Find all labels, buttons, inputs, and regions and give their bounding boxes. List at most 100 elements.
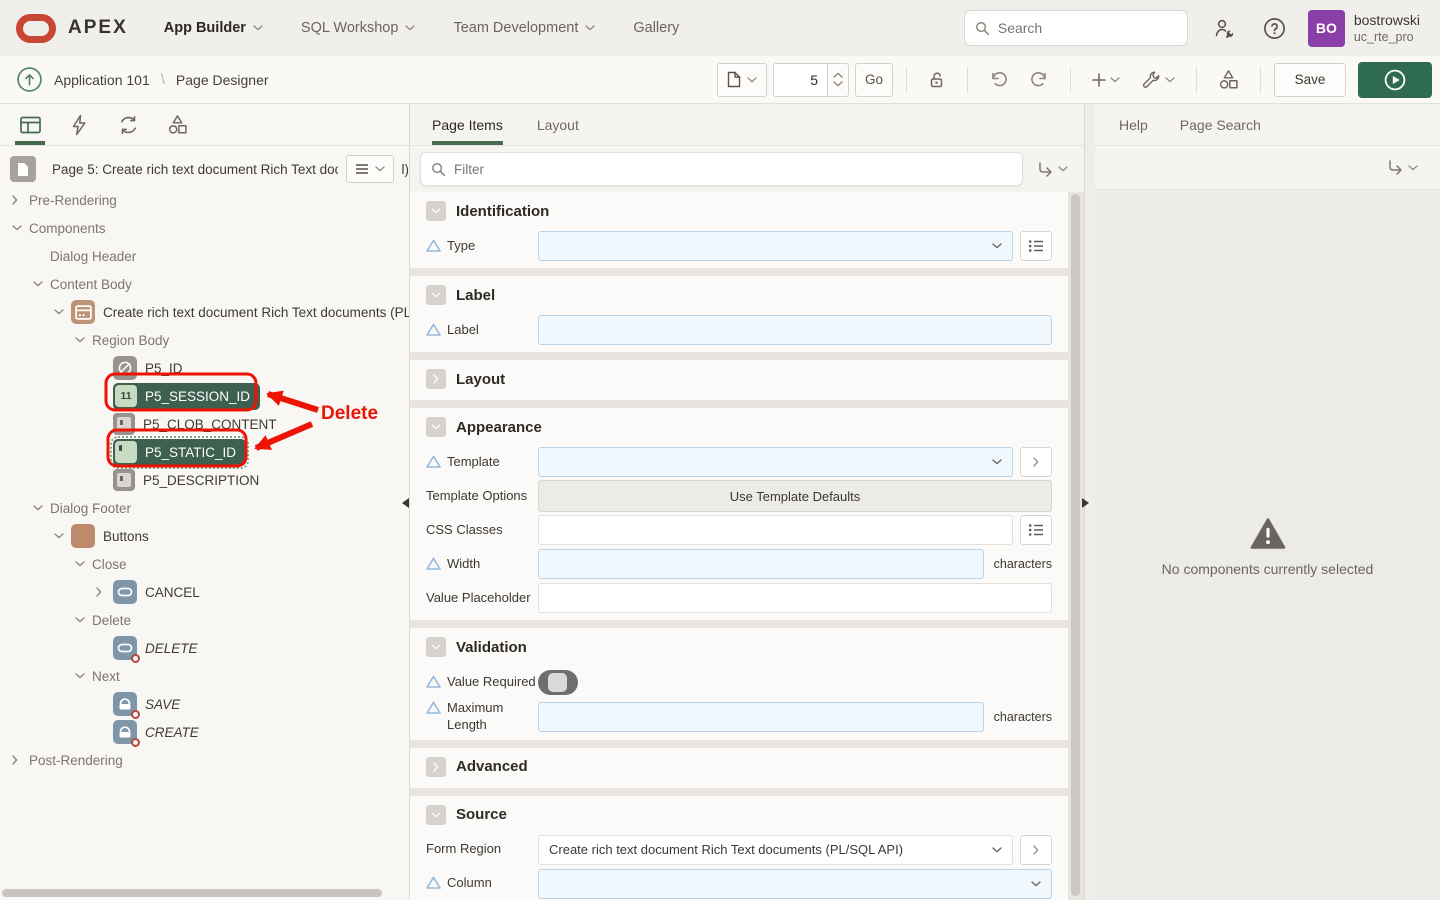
tree-expand-icon[interactable] [94,587,113,597]
horizontal-scrollbar[interactable] [2,889,382,897]
save-button[interactable]: Save [1274,63,1346,97]
go-to-group-button[interactable] [1037,162,1068,177]
tree-expand-icon[interactable] [10,195,29,205]
tree-node-label: P5_DESCRIPTION [143,473,259,488]
tab-help[interactable]: Help [1119,117,1148,133]
tab-processing[interactable] [112,104,144,145]
app-home-icon[interactable] [16,66,43,93]
tree-node-pre-rendering[interactable]: Pre-Rendering [0,186,409,214]
breadcrumb-application[interactable]: Application 101 [54,72,150,88]
tree-collapse-icon[interactable] [10,225,29,231]
css-classes-input[interactable] [538,515,1013,545]
tree-node-dialog-footer[interactable]: Dialog Footer [0,494,409,522]
tree-collapse-icon[interactable] [73,617,92,623]
tree-node-save[interactable]: SAVE [0,690,409,718]
section-header-identification[interactable]: Identification [410,194,1068,228]
tree-collapse-icon[interactable] [31,505,50,511]
section-header-advanced[interactable]: Advanced [410,750,1068,784]
collapse-left-splitter-arrow[interactable] [402,498,409,508]
tree-node-delete[interactable]: Delete [0,606,409,634]
user-menu[interactable]: BO bostrowski uc_rte_pro [1308,10,1420,47]
label-input[interactable] [538,315,1052,345]
tree-node-components[interactable]: Components [0,214,409,242]
tree-node-delete[interactable]: DELETE [0,634,409,662]
lock-button[interactable] [920,63,954,97]
nav-app-builder[interactable]: App Builder [164,20,263,36]
tree-node-next[interactable]: Next [0,662,409,690]
search-input[interactable] [998,20,1177,36]
template-select[interactable] [538,447,1013,477]
tab-rendering[interactable] [14,104,46,145]
filter-input[interactable] [454,162,1012,177]
maximum-length-input[interactable] [538,702,984,732]
nav-team-development[interactable]: Team Development [453,20,595,36]
section-appearance: AppearanceTemplateTemplate OptionsUse Te… [410,408,1068,620]
type-lov-button[interactable] [1020,231,1052,261]
display-item-icon [115,441,137,463]
section-header-layout[interactable]: Layout [410,362,1068,396]
tree-collapse-icon[interactable] [52,309,71,315]
property-label: CSS Classes [426,522,503,539]
redo-button[interactable] [1022,63,1057,97]
width-input[interactable] [538,549,984,579]
go-button[interactable]: Go [855,63,893,97]
nav-label: SQL Workshop [301,20,399,36]
form-region-quick-pick-button[interactable] [1020,835,1052,865]
page-number-stepper[interactable] [827,63,849,97]
tree-node-buttons[interactable]: Buttons [0,522,409,550]
tree-collapse-icon[interactable] [73,673,92,679]
tree-node-create-rich-text-document-rich-text-documents-pl-sql[interactable]: Create rich text document Rich Text docu… [0,298,409,326]
tree-collapse-icon[interactable] [31,281,50,287]
tree-expand-icon[interactable] [10,755,29,765]
tree-node-region-body[interactable]: Region Body [0,326,409,354]
run-page-button[interactable] [1358,62,1432,98]
play-icon [1384,69,1406,91]
utilities-menu-button[interactable] [1134,63,1183,97]
page-number-input[interactable] [773,63,827,97]
collapse-right-splitter-arrow[interactable] [1082,498,1089,508]
section-header-validation[interactable]: Validation [410,630,1068,664]
section-header-appearance[interactable]: Appearance [410,410,1068,444]
nav-gallery[interactable]: Gallery [633,20,679,36]
css-classes-lov-button[interactable] [1020,515,1052,545]
tree-node-p5-id[interactable]: P5_ID [0,354,409,382]
tab-layout[interactable]: Layout [537,104,579,145]
tree-collapse-icon[interactable] [52,533,71,539]
template-quick-pick-button[interactable] [1020,447,1052,477]
help-icon[interactable] [1263,17,1286,40]
tree-node-content-body[interactable]: Content Body [0,270,409,298]
tree-node-p5-description[interactable]: P5_DESCRIPTION [0,466,409,494]
form-region-select[interactable]: Create rich text document Rich Text docu… [538,835,1013,865]
section-header-label[interactable]: Label [410,278,1068,312]
tab-page-search[interactable]: Page Search [1180,117,1261,133]
tree-collapse-icon[interactable] [73,337,92,343]
value-required-toggle[interactable] [538,670,578,695]
selected-tree-node[interactable]: 11P5_SESSION_ID [113,383,260,410]
tree-node-cancel[interactable]: CANCEL [0,578,409,606]
shared-components-button[interactable] [1210,63,1247,97]
template-options-button[interactable]: Use Template Defaults [538,480,1052,512]
tree-node-create[interactable]: CREATE [0,718,409,746]
tree-node-close[interactable]: Close [0,550,409,578]
undo-button[interactable] [981,63,1016,97]
tree-node-p5-static-id[interactable]: P5_STATIC_ID [0,438,409,466]
nav-sql-workshop[interactable]: SQL Workshop [301,20,416,36]
vertical-scrollbar[interactable] [1071,194,1080,896]
tab-shared-components[interactable] [161,104,193,145]
value-placeholder-input[interactable] [538,583,1052,613]
tree-collapse-icon[interactable] [73,561,92,567]
tree-node-dialog-header[interactable]: Dialog Header [0,242,409,270]
column-select[interactable] [538,869,1052,899]
tree-root-menu-button[interactable] [346,155,394,183]
create-menu-button[interactable] [1084,63,1128,97]
tab-dynamic-actions[interactable] [63,104,95,145]
section-header-source[interactable]: Source [410,798,1068,832]
selected-tree-node[interactable]: P5_STATIC_ID [113,439,246,466]
tree-root-node[interactable]: Page 5: Create rich text document Rich T… [0,154,409,184]
tab-page-items[interactable]: Page Items [432,104,503,145]
account-admin-icon[interactable] [1214,18,1237,38]
type-select[interactable] [538,231,1013,261]
tree-node-post-rendering[interactable]: Post-Rendering [0,746,409,774]
page-select-button[interactable] [717,63,767,97]
go-to-group-button[interactable] [1387,160,1418,175]
